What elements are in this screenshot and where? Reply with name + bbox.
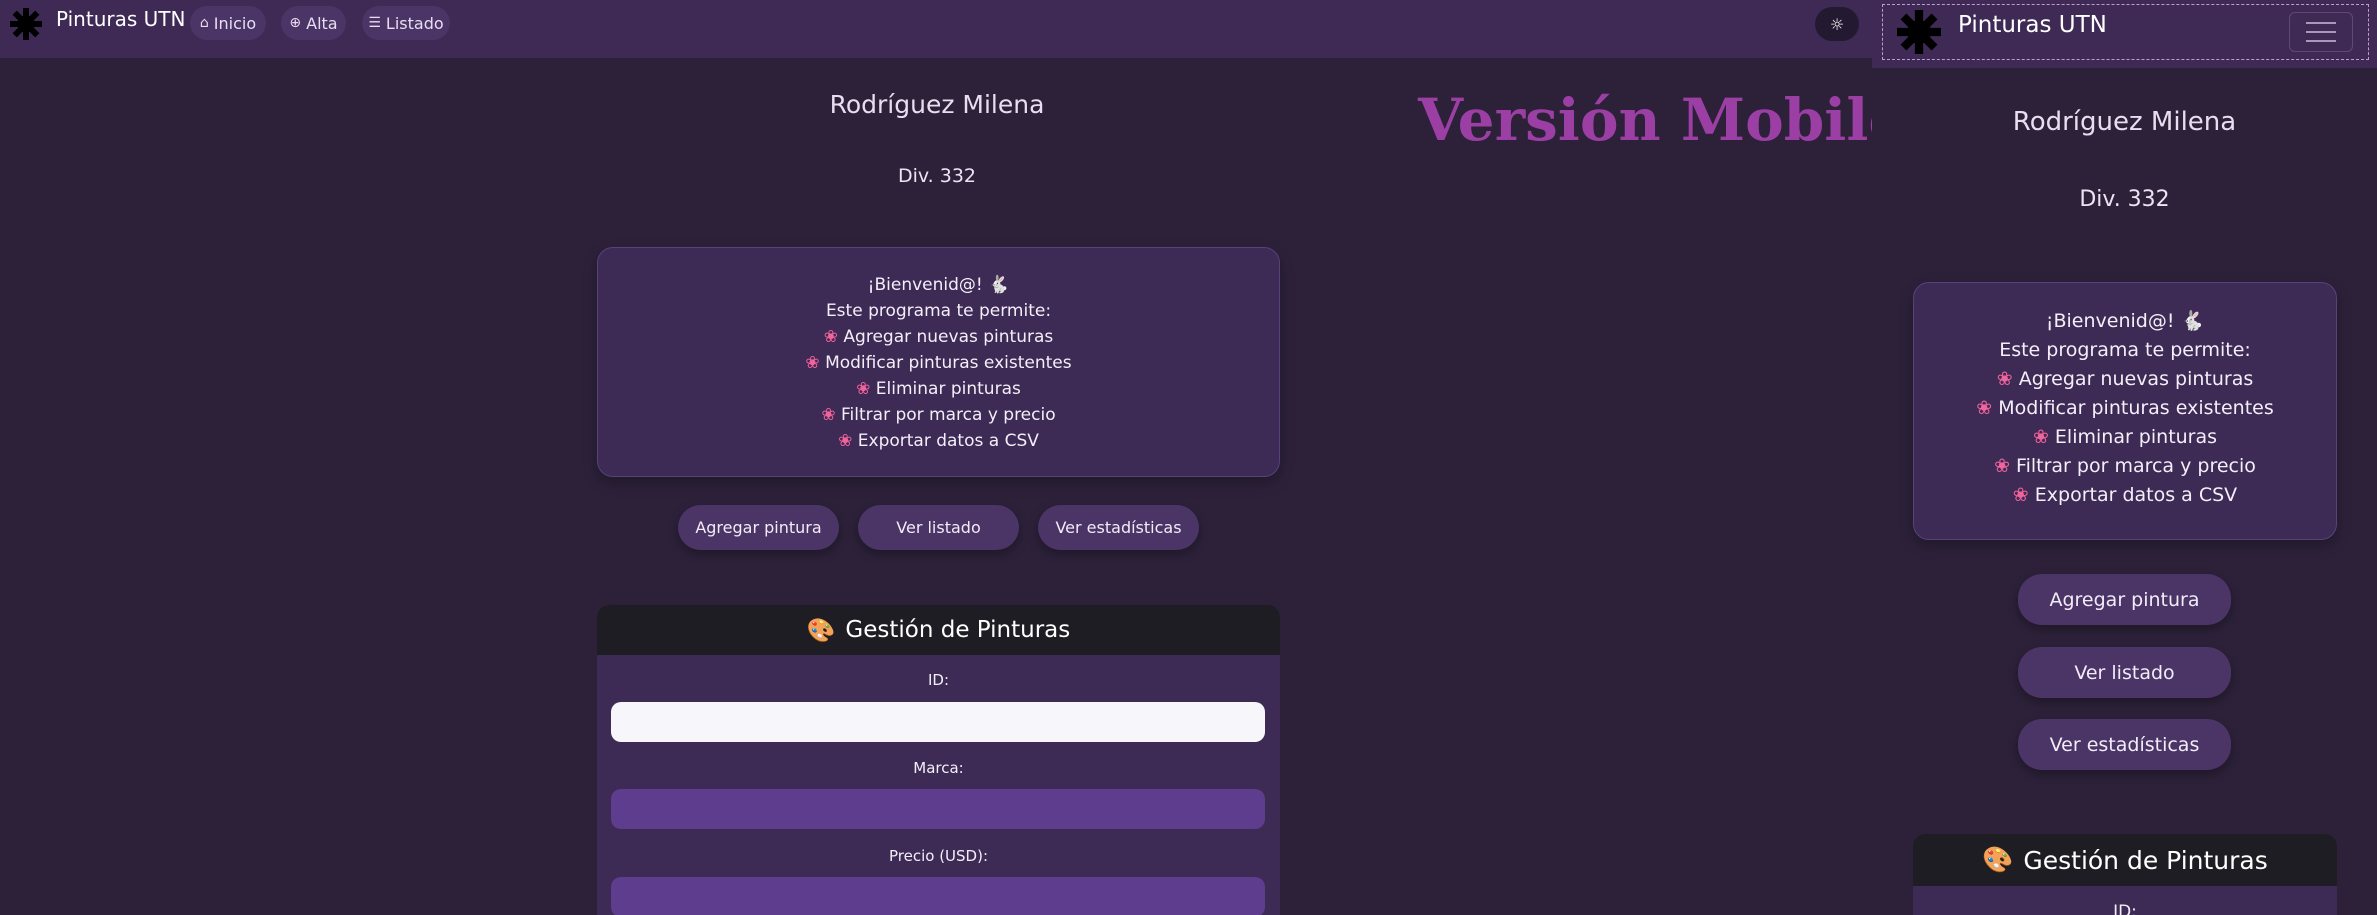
home-icon: ⌂ — [199, 15, 209, 31]
feature-item-label: Eliminar pinturas — [875, 379, 1021, 399]
flower-icon: ❀ — [1996, 368, 2013, 390]
mobile-paint-form-card: 🎨 Gestión de Pinturas ID: — [1913, 834, 2337, 915]
hamburger-line — [2306, 31, 2336, 33]
feature-item-label: Agregar nuevas pinturas — [2018, 368, 2254, 390]
flower-icon: ❀ — [805, 353, 820, 373]
feature-item: ❀ Modificar pinturas existentes — [1914, 394, 2336, 423]
feature-item-label: Filtrar por marca y precio — [2016, 455, 2256, 477]
navbar-brand[interactable]: Pinturas UTN — [56, 7, 185, 31]
mobile-add-paint-button[interactable]: Agregar pintura — [2018, 574, 2231, 625]
welcome-title: ¡Bienvenid@! 🐇 — [867, 275, 1010, 295]
price-label: Precio (USD): — [888, 847, 989, 865]
feature-item: ❀ Exportar datos a CSV — [1914, 481, 2336, 510]
utn-logo-icon[interactable] — [1897, 10, 1941, 54]
flower-icon: ❀ — [823, 327, 838, 347]
theme-toggle-button[interactable]: ☼ — [1815, 7, 1859, 41]
feature-item-label: Modificar pinturas existentes — [1998, 397, 2274, 419]
feature-item-label: Exportar datos a CSV — [2034, 484, 2238, 506]
feature-item: ❀ Agregar nuevas pinturas — [598, 324, 1279, 350]
form-header: 🎨 Gestión de Pinturas — [1913, 834, 2337, 886]
list-icon: ☰ — [368, 15, 381, 31]
feature-item: ❀ Agregar nuevas pinturas — [1914, 365, 2336, 394]
plus-circle-icon: ⊕ — [289, 15, 302, 31]
student-name: Rodríguez Milena — [829, 90, 1045, 119]
mobile-welcome-card: ¡Bienvenid@! 🐇 Este programa te permite:… — [1913, 282, 2337, 540]
mobile-navbar-brand[interactable]: Pinturas UTN — [1958, 12, 2107, 38]
mobile-student-division: Div. 332 — [2079, 187, 2170, 212]
id-input[interactable] — [611, 702, 1265, 742]
mobile-view-stats-button[interactable]: Ver estadísticas — [2018, 719, 2231, 770]
feature-item: ❀ Exportar datos a CSV — [598, 428, 1279, 454]
feature-item-label: Agregar nuevas pinturas — [843, 327, 1054, 347]
feature-item-label: Eliminar pinturas — [2054, 426, 2218, 448]
sun-icon: ☼ — [1829, 14, 1845, 34]
nav-link-inicio[interactable]: ⌂ Inicio — [190, 6, 266, 40]
feature-item: ❀ Eliminar pinturas — [1914, 423, 2336, 452]
hamburger-line — [2306, 40, 2336, 42]
flower-icon: ❀ — [2032, 426, 2049, 448]
hamburger-line — [2306, 22, 2336, 24]
flower-icon: ❀ — [2012, 484, 2029, 506]
navbar: Pinturas UTN ⌂ Inicio ⊕ Alta ☰ Listado ☼ — [0, 0, 1872, 58]
nav-link-label: Alta — [306, 13, 338, 33]
welcome-title: ¡Bienvenid@! 🐇 — [2045, 310, 2205, 332]
mobile-version-annotation: Versión Mobile: — [1418, 86, 1927, 154]
student-division: Div. 332 — [897, 165, 977, 187]
mobile-view-list-button[interactable]: Ver listado — [2018, 647, 2231, 698]
feature-item-label: Filtrar por marca y precio — [841, 405, 1056, 425]
form-header: 🎨 Gestión de Pinturas — [597, 605, 1280, 655]
id-label: ID: — [927, 671, 950, 689]
flower-icon: ❀ — [821, 405, 836, 425]
nav-link-label: Listado — [385, 13, 444, 33]
form-title: Gestión de Pinturas — [845, 617, 1071, 643]
utn-logo-icon[interactable] — [10, 8, 42, 40]
brand-label: Marca: — [913, 759, 964, 777]
view-stats-button[interactable]: Ver estadísticas — [1038, 505, 1199, 550]
feature-item: ❀ Filtrar por marca y precio — [1914, 452, 2336, 481]
form-title: Gestión de Pinturas — [2023, 845, 2268, 875]
view-list-button[interactable]: Ver listado — [858, 505, 1019, 550]
price-input[interactable] — [611, 877, 1265, 915]
mobile-preview: Pinturas UTN Rodríguez Milena Div. 332 ¡… — [1872, 0, 2377, 915]
welcome-intro: Este programa te permite: — [1999, 339, 2251, 361]
feature-item: ❀ Filtrar por marca y precio — [598, 402, 1279, 428]
paint-form-card: 🎨 Gestión de Pinturas ID: Marca: Precio … — [597, 605, 1280, 915]
feature-item: ❀ Modificar pinturas existentes — [598, 350, 1279, 376]
nav-link-label: Inicio — [213, 13, 257, 33]
welcome-intro: Este programa te permite: — [825, 301, 1052, 321]
feature-item: ❀ Eliminar pinturas — [598, 376, 1279, 402]
brand-input[interactable] — [611, 789, 1265, 829]
feature-item-label: Modificar pinturas existentes — [825, 353, 1072, 373]
id-label: ID: — [2113, 902, 2137, 915]
nav-link-listado[interactable]: ☰ Listado — [362, 6, 450, 40]
flower-icon: ❀ — [1994, 455, 2010, 477]
hamburger-menu-button[interactable] — [2289, 12, 2353, 52]
add-paint-button[interactable]: Agregar pintura — [678, 505, 839, 550]
nav-link-alta[interactable]: ⊕ Alta — [281, 6, 346, 40]
palette-icon: 🎨 — [806, 617, 836, 644]
flower-icon: ❀ — [1976, 397, 1993, 419]
palette-icon: 🎨 — [1982, 845, 2014, 874]
welcome-card: ¡Bienvenid@! 🐇 Este programa te permite:… — [597, 247, 1280, 477]
mobile-navbar: Pinturas UTN — [1872, 0, 2377, 68]
mobile-student-name: Rodríguez Milena — [2012, 107, 2237, 137]
flower-icon: ❀ — [838, 431, 853, 451]
flower-icon: ❀ — [856, 379, 871, 399]
feature-item-label: Exportar datos a CSV — [857, 431, 1039, 451]
